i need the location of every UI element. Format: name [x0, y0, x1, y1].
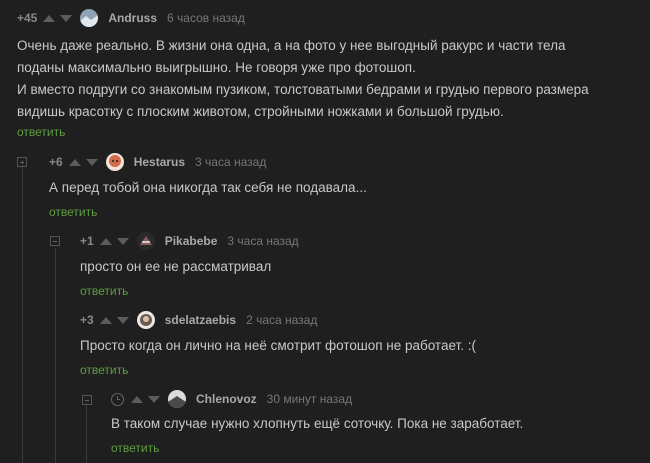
comment-text-line: Очень даже реально. В жизни она одна, а …	[17, 38, 566, 53]
comment-text: А перед тобой она никогда так себя не по…	[49, 177, 367, 199]
thread-line	[22, 160, 23, 463]
comment-text-line: Просто когда он лично на неё смотрит фот…	[80, 338, 476, 353]
avatar[interactable]	[136, 311, 155, 329]
avatar[interactable]	[168, 390, 186, 408]
author-name[interactable]: Andruss	[108, 11, 157, 25]
author-name[interactable]: Hestarus	[134, 155, 185, 169]
timestamp[interactable]: 3 часа назад	[227, 234, 298, 248]
timestamp[interactable]: 30 минут назад	[267, 392, 352, 406]
comment-text: Просто когда он лично на неё смотрит фот…	[80, 335, 476, 357]
upvote-icon[interactable]	[99, 316, 112, 324]
comment-text-line: И вместо подруги со знакомым пузиком, то…	[17, 82, 589, 97]
timestamp[interactable]: 6 часов назад	[167, 11, 245, 25]
avatar[interactable]	[136, 232, 155, 250]
downvote-icon[interactable]	[116, 316, 129, 324]
downvote-icon[interactable]	[148, 395, 160, 403]
collapse-thread-icon[interactable]	[82, 395, 92, 405]
author-name[interactable]: Pikabebe	[165, 234, 218, 248]
upvote-icon[interactable]	[43, 14, 56, 22]
comment-text: Очень даже реально. В жизни она одна, а …	[17, 35, 589, 123]
downvote-icon[interactable]	[116, 237, 129, 245]
reply-button[interactable]: ответить	[111, 441, 159, 455]
thread-line	[55, 248, 56, 463]
downvote-icon[interactable]	[85, 158, 98, 166]
reply-button[interactable]: ответить	[17, 125, 65, 139]
comment-text-line: А перед тобой она никогда так себя не по…	[49, 180, 367, 195]
comment-text: В таком случае нужно хлопнуть ещё соточк…	[111, 413, 523, 435]
reply-button[interactable]: ответить	[80, 284, 128, 298]
comment-text-line: В таком случае нужно хлопнуть ещё соточк…	[111, 416, 524, 431]
avatar[interactable]	[80, 9, 99, 27]
reply-button[interactable]: ответить	[80, 363, 128, 377]
timestamp[interactable]: 2 часа назад	[246, 313, 317, 327]
collapse-thread-icon[interactable]	[17, 157, 27, 167]
comment-text-line: поданы максимально выигрышно. Не говоря …	[17, 60, 416, 75]
score: +1	[80, 234, 94, 248]
upvote-icon[interactable]	[68, 158, 81, 166]
upvote-icon[interactable]	[99, 237, 112, 245]
score: +6	[49, 155, 63, 169]
reply-button[interactable]: ответить	[49, 205, 97, 219]
downvote-icon[interactable]	[60, 14, 73, 22]
collapse-thread-icon[interactable]	[50, 236, 60, 246]
avatar[interactable]	[105, 153, 124, 171]
score: +45	[17, 11, 38, 25]
score: +3	[80, 313, 94, 327]
upvote-icon[interactable]	[131, 395, 143, 403]
author-name[interactable]: Chlenovoz	[196, 392, 257, 406]
comment-text: просто он ее не рассматривал	[80, 256, 271, 278]
author-name[interactable]: sdelatzaebis	[165, 313, 236, 327]
clock-icon	[111, 392, 124, 406]
timestamp[interactable]: 3 часа назад	[195, 155, 266, 169]
thread-line	[86, 403, 87, 463]
comment-text-line: просто он ее не рассматривал	[80, 259, 272, 274]
comment-text-line: видишь красотку с плоским животом, строй…	[17, 104, 504, 119]
